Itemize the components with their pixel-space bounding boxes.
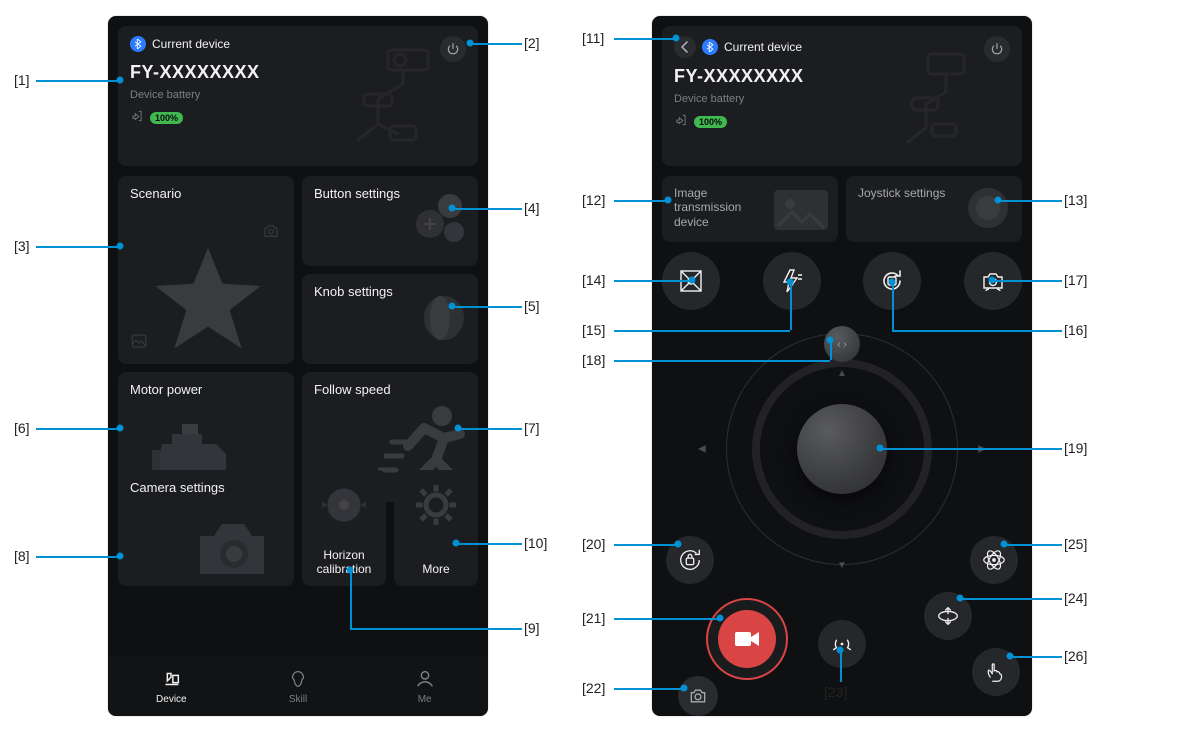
more-label: More — [394, 562, 478, 576]
joystick-up-arrow: ▲ — [837, 368, 847, 379]
device-header-panel: Current device FY-XXXXXXXX Device batter… — [118, 26, 478, 166]
bluetooth-label: Current device — [152, 37, 230, 51]
image-transmission-tile[interactable]: Image transmission device — [662, 176, 838, 242]
joystick-left-arrow: ◀ — [698, 443, 706, 454]
gesture-icon — [983, 659, 1009, 685]
photo-button[interactable] — [678, 676, 718, 716]
battery-percent-right: 100% — [694, 116, 727, 128]
callout-16-label: [16] — [1064, 322, 1087, 338]
buttons-icon — [410, 190, 470, 250]
callout-18-label: [18] — [582, 352, 605, 368]
bluetooth-label-right: Current device — [724, 40, 802, 54]
camera-small-icon — [688, 686, 708, 706]
device-tab-icon — [160, 668, 182, 690]
motor-power-label: Motor power — [130, 382, 230, 398]
callout-5-label: [5] — [524, 298, 540, 314]
gimbal-illustration — [328, 44, 468, 154]
callout-9-label: [9] — [524, 620, 540, 636]
callout-25-label: [25] — [1064, 536, 1087, 552]
bluetooth-status: Current device — [130, 36, 230, 52]
callout-4-label: [4] — [524, 200, 540, 216]
joystick-knob-icon — [964, 184, 1012, 232]
gimbal-illustration-right — [872, 44, 1012, 154]
device-header-panel-right: Current device FY-XXXXXXXX Device batter… — [662, 26, 1022, 166]
callout-17-label: [17] — [1064, 272, 1087, 288]
callout-14-label: [14] — [582, 272, 605, 288]
callout-6-label: [6] — [14, 420, 30, 436]
phone-right-screenshot: Current device FY-XXXXXXXX Device batter… — [652, 16, 1032, 716]
knob-settings-label: Knob settings — [314, 284, 414, 300]
callout-1-label: [1] — [14, 72, 30, 88]
bluetooth-icon — [702, 39, 718, 55]
knob-icon — [410, 288, 470, 348]
skill-tab-icon — [287, 668, 309, 690]
image-icon — [130, 332, 148, 350]
battery-device-icon — [130, 109, 144, 126]
camera-settings-tile[interactable]: Camera settings — [118, 470, 294, 586]
record-button[interactable] — [706, 598, 788, 680]
callout-2-label: [2] — [524, 35, 540, 51]
camera-settings-label: Camera settings — [130, 480, 230, 496]
camera-body-icon — [186, 512, 276, 582]
callout-12-label: [12] — [582, 192, 605, 208]
battery-device-icon — [674, 113, 688, 130]
joystick-thumb[interactable] — [797, 404, 887, 494]
image-placeholder-icon — [772, 188, 830, 232]
battery-percent-badge: 100% — [150, 112, 183, 124]
bluetooth-status-right: Current device — [702, 39, 802, 55]
button-settings-label: Button settings — [314, 186, 414, 202]
button-settings-tile[interactable]: Button settings — [302, 176, 478, 266]
callout-11-label: [11] — [582, 30, 604, 46]
bluetooth-icon — [130, 36, 146, 52]
camera-icon — [262, 222, 280, 240]
horizon-calibration-tile[interactable]: Horizon calibration — [302, 470, 386, 586]
callout-15-label: [15] — [582, 322, 605, 338]
tab-skill[interactable]: Skill — [235, 656, 362, 716]
callout-23-label: [23] — [824, 684, 847, 700]
knob-settings-tile[interactable]: Knob settings — [302, 274, 478, 364]
callout-8-label: [8] — [14, 548, 30, 564]
horizon-calibration-label: Horizon calibration — [302, 548, 386, 576]
star-icon — [148, 238, 268, 358]
bottom-tab-bar: Device Skill Me — [108, 656, 488, 716]
callout-26-label: [26] — [1064, 648, 1087, 664]
callout-24-label: [24] — [1064, 590, 1087, 606]
recenter-icon — [829, 631, 855, 657]
callout-19-label: [19] — [1064, 440, 1087, 456]
tab-device[interactable]: Device — [108, 656, 235, 716]
record-icon — [718, 610, 776, 668]
tab-me-label: Me — [418, 694, 432, 705]
phone-left-screenshot: Current device FY-XXXXXXXX Device batter… — [108, 16, 488, 716]
gear-icon — [411, 480, 461, 530]
joystick-settings-tile[interactable]: Joystick settings — [846, 176, 1022, 242]
horizon-icon — [319, 480, 369, 530]
more-tile[interactable]: More — [394, 470, 478, 586]
scenario-tile[interactable]: Scenario — [118, 176, 294, 364]
image-transmission-label: Image transmission device — [674, 186, 764, 229]
spin-icon — [935, 603, 961, 629]
follow-speed-label: Follow speed — [314, 382, 414, 398]
me-tab-icon — [414, 668, 436, 690]
joystick-settings-label: Joystick settings — [858, 186, 948, 200]
callout-10-label: [10] — [524, 535, 547, 551]
bottom-right-group: Horizon calibration More — [302, 470, 478, 586]
scenario-label: Scenario — [130, 186, 230, 202]
tab-skill-label: Skill — [289, 694, 307, 705]
callout-21-label: [21] — [582, 610, 605, 626]
callout-22-label: [22] — [582, 680, 605, 696]
recenter-button[interactable] — [818, 620, 866, 668]
tab-device-label: Device — [156, 694, 187, 705]
callout-20-label: [20] — [582, 536, 605, 552]
callout-13-label: [13] — [1064, 192, 1087, 208]
tab-me[interactable]: Me — [361, 656, 488, 716]
callout-3-label: [3] — [14, 238, 30, 254]
joystick-down-arrow: ▼ — [837, 560, 847, 571]
atom-icon — [981, 547, 1007, 573]
callout-7-label: [7] — [524, 420, 540, 436]
lock-rotate-icon — [677, 547, 703, 573]
